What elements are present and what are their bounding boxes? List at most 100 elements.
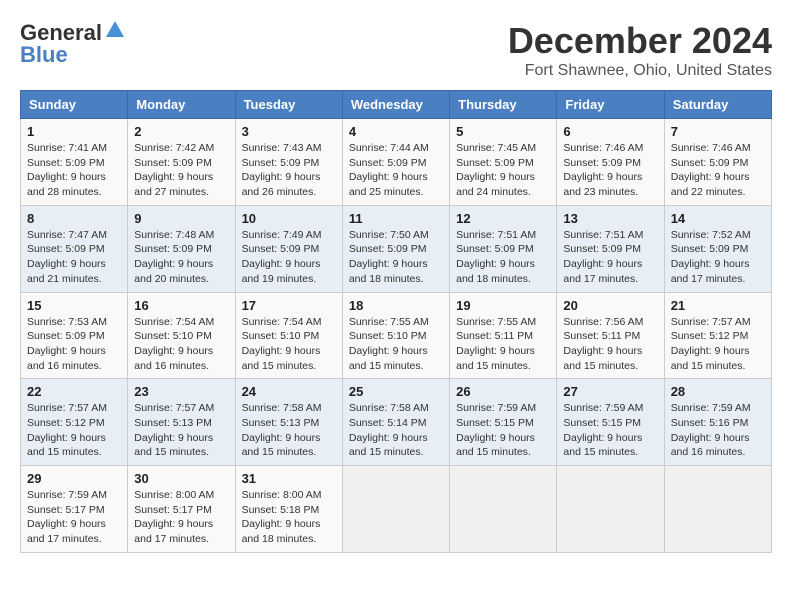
calendar-cell: 29 Sunrise: 7:59 AM Sunset: 5:17 PM Dayl… xyxy=(21,466,128,553)
day-info: Sunrise: 7:43 AM Sunset: 5:09 PM Dayligh… xyxy=(242,141,336,200)
weekday-header-monday: Monday xyxy=(128,91,235,119)
day-number: 30 xyxy=(134,471,228,486)
day-number: 11 xyxy=(349,211,443,226)
day-number: 3 xyxy=(242,124,336,139)
weekday-header-thursday: Thursday xyxy=(450,91,557,119)
calendar-cell: 14 Sunrise: 7:52 AM Sunset: 5:09 PM Dayl… xyxy=(664,205,771,292)
calendar-cell xyxy=(342,466,449,553)
calendar-cell: 27 Sunrise: 7:59 AM Sunset: 5:15 PM Dayl… xyxy=(557,379,664,466)
day-number: 17 xyxy=(242,298,336,313)
day-number: 16 xyxy=(134,298,228,313)
weekday-header-sunday: Sunday xyxy=(21,91,128,119)
day-number: 28 xyxy=(671,384,765,399)
day-info: Sunrise: 7:48 AM Sunset: 5:09 PM Dayligh… xyxy=(134,228,228,287)
week-row-1: 1 Sunrise: 7:41 AM Sunset: 5:09 PM Dayli… xyxy=(21,119,772,206)
day-info: Sunrise: 7:59 AM Sunset: 5:16 PM Dayligh… xyxy=(671,401,765,460)
calendar-cell xyxy=(450,466,557,553)
day-info: Sunrise: 7:58 AM Sunset: 5:13 PM Dayligh… xyxy=(242,401,336,460)
calendar-cell: 30 Sunrise: 8:00 AM Sunset: 5:17 PM Dayl… xyxy=(128,466,235,553)
calendar-table: SundayMondayTuesdayWednesdayThursdayFrid… xyxy=(20,90,772,553)
day-info: Sunrise: 7:50 AM Sunset: 5:09 PM Dayligh… xyxy=(349,228,443,287)
calendar-cell: 9 Sunrise: 7:48 AM Sunset: 5:09 PM Dayli… xyxy=(128,205,235,292)
day-info: Sunrise: 8:00 AM Sunset: 5:18 PM Dayligh… xyxy=(242,488,336,547)
week-row-5: 29 Sunrise: 7:59 AM Sunset: 5:17 PM Dayl… xyxy=(21,466,772,553)
day-info: Sunrise: 8:00 AM Sunset: 5:17 PM Dayligh… xyxy=(134,488,228,547)
day-info: Sunrise: 7:54 AM Sunset: 5:10 PM Dayligh… xyxy=(242,315,336,374)
day-number: 21 xyxy=(671,298,765,313)
day-number: 26 xyxy=(456,384,550,399)
calendar-cell xyxy=(557,466,664,553)
page-header: General Blue December 2024 Fort Shawnee,… xyxy=(20,20,772,80)
day-number: 14 xyxy=(671,211,765,226)
logo-icon xyxy=(104,19,126,41)
day-info: Sunrise: 7:58 AM Sunset: 5:14 PM Dayligh… xyxy=(349,401,443,460)
day-info: Sunrise: 7:47 AM Sunset: 5:09 PM Dayligh… xyxy=(27,228,121,287)
day-info: Sunrise: 7:56 AM Sunset: 5:11 PM Dayligh… xyxy=(563,315,657,374)
calendar-cell: 20 Sunrise: 7:56 AM Sunset: 5:11 PM Dayl… xyxy=(557,292,664,379)
day-number: 8 xyxy=(27,211,121,226)
day-info: Sunrise: 7:44 AM Sunset: 5:09 PM Dayligh… xyxy=(349,141,443,200)
calendar-cell: 19 Sunrise: 7:55 AM Sunset: 5:11 PM Dayl… xyxy=(450,292,557,379)
day-number: 19 xyxy=(456,298,550,313)
day-number: 20 xyxy=(563,298,657,313)
calendar-cell xyxy=(664,466,771,553)
calendar-cell: 23 Sunrise: 7:57 AM Sunset: 5:13 PM Dayl… xyxy=(128,379,235,466)
weekday-header-wednesday: Wednesday xyxy=(342,91,449,119)
day-number: 29 xyxy=(27,471,121,486)
logo: General Blue xyxy=(20,20,126,68)
day-number: 31 xyxy=(242,471,336,486)
logo-text-blue: Blue xyxy=(20,42,68,68)
week-row-3: 15 Sunrise: 7:53 AM Sunset: 5:09 PM Dayl… xyxy=(21,292,772,379)
calendar-cell: 13 Sunrise: 7:51 AM Sunset: 5:09 PM Dayl… xyxy=(557,205,664,292)
day-info: Sunrise: 7:46 AM Sunset: 5:09 PM Dayligh… xyxy=(563,141,657,200)
day-number: 1 xyxy=(27,124,121,139)
day-number: 10 xyxy=(242,211,336,226)
day-number: 6 xyxy=(563,124,657,139)
calendar-cell: 4 Sunrise: 7:44 AM Sunset: 5:09 PM Dayli… xyxy=(342,119,449,206)
calendar-cell: 5 Sunrise: 7:45 AM Sunset: 5:09 PM Dayli… xyxy=(450,119,557,206)
calendar-cell: 21 Sunrise: 7:57 AM Sunset: 5:12 PM Dayl… xyxy=(664,292,771,379)
day-info: Sunrise: 7:57 AM Sunset: 5:12 PM Dayligh… xyxy=(671,315,765,374)
day-number: 13 xyxy=(563,211,657,226)
day-info: Sunrise: 7:55 AM Sunset: 5:11 PM Dayligh… xyxy=(456,315,550,374)
day-number: 9 xyxy=(134,211,228,226)
calendar-cell: 31 Sunrise: 8:00 AM Sunset: 5:18 PM Dayl… xyxy=(235,466,342,553)
calendar-cell: 1 Sunrise: 7:41 AM Sunset: 5:09 PM Dayli… xyxy=(21,119,128,206)
location: Fort Shawnee, Ohio, United States xyxy=(508,62,772,80)
day-info: Sunrise: 7:57 AM Sunset: 5:12 PM Dayligh… xyxy=(27,401,121,460)
day-info: Sunrise: 7:54 AM Sunset: 5:10 PM Dayligh… xyxy=(134,315,228,374)
calendar-cell: 6 Sunrise: 7:46 AM Sunset: 5:09 PM Dayli… xyxy=(557,119,664,206)
day-number: 4 xyxy=(349,124,443,139)
calendar-cell: 26 Sunrise: 7:59 AM Sunset: 5:15 PM Dayl… xyxy=(450,379,557,466)
day-number: 15 xyxy=(27,298,121,313)
day-number: 7 xyxy=(671,124,765,139)
day-number: 12 xyxy=(456,211,550,226)
day-info: Sunrise: 7:45 AM Sunset: 5:09 PM Dayligh… xyxy=(456,141,550,200)
calendar-cell: 2 Sunrise: 7:42 AM Sunset: 5:09 PM Dayli… xyxy=(128,119,235,206)
day-number: 23 xyxy=(134,384,228,399)
day-number: 2 xyxy=(134,124,228,139)
day-info: Sunrise: 7:52 AM Sunset: 5:09 PM Dayligh… xyxy=(671,228,765,287)
day-info: Sunrise: 7:49 AM Sunset: 5:09 PM Dayligh… xyxy=(242,228,336,287)
title-block: December 2024 Fort Shawnee, Ohio, United… xyxy=(508,20,772,80)
calendar-cell: 24 Sunrise: 7:58 AM Sunset: 5:13 PM Dayl… xyxy=(235,379,342,466)
calendar-cell: 18 Sunrise: 7:55 AM Sunset: 5:10 PM Dayl… xyxy=(342,292,449,379)
day-info: Sunrise: 7:59 AM Sunset: 5:17 PM Dayligh… xyxy=(27,488,121,547)
day-number: 22 xyxy=(27,384,121,399)
day-number: 27 xyxy=(563,384,657,399)
day-info: Sunrise: 7:51 AM Sunset: 5:09 PM Dayligh… xyxy=(563,228,657,287)
day-number: 25 xyxy=(349,384,443,399)
calendar-cell: 16 Sunrise: 7:54 AM Sunset: 5:10 PM Dayl… xyxy=(128,292,235,379)
weekday-header-friday: Friday xyxy=(557,91,664,119)
calendar-cell: 17 Sunrise: 7:54 AM Sunset: 5:10 PM Dayl… xyxy=(235,292,342,379)
calendar-cell: 11 Sunrise: 7:50 AM Sunset: 5:09 PM Dayl… xyxy=(342,205,449,292)
day-info: Sunrise: 7:59 AM Sunset: 5:15 PM Dayligh… xyxy=(563,401,657,460)
calendar-cell: 3 Sunrise: 7:43 AM Sunset: 5:09 PM Dayli… xyxy=(235,119,342,206)
day-info: Sunrise: 7:42 AM Sunset: 5:09 PM Dayligh… xyxy=(134,141,228,200)
day-number: 24 xyxy=(242,384,336,399)
calendar-cell: 22 Sunrise: 7:57 AM Sunset: 5:12 PM Dayl… xyxy=(21,379,128,466)
calendar-cell: 10 Sunrise: 7:49 AM Sunset: 5:09 PM Dayl… xyxy=(235,205,342,292)
week-row-2: 8 Sunrise: 7:47 AM Sunset: 5:09 PM Dayli… xyxy=(21,205,772,292)
calendar-cell: 8 Sunrise: 7:47 AM Sunset: 5:09 PM Dayli… xyxy=(21,205,128,292)
day-number: 5 xyxy=(456,124,550,139)
